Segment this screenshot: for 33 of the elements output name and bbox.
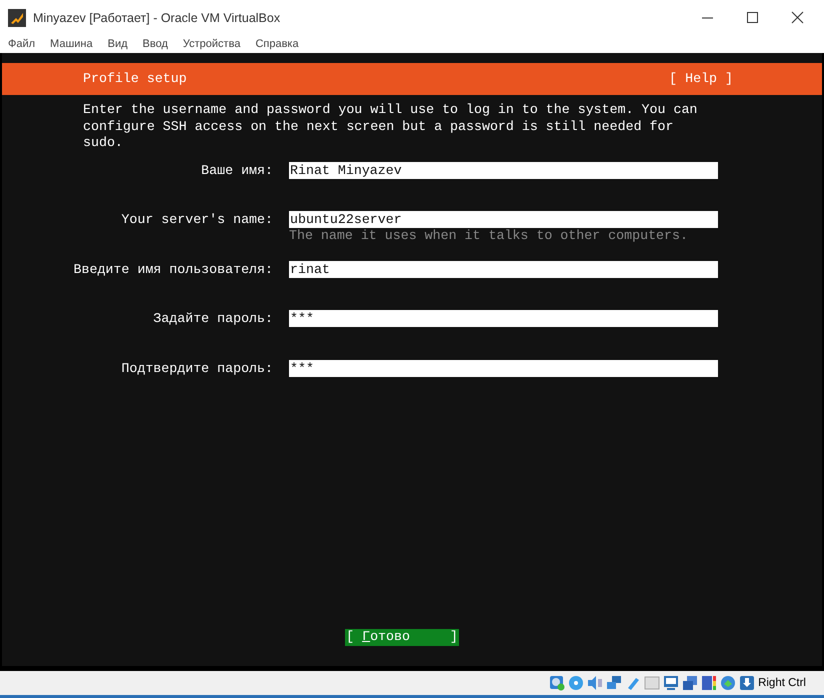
menu-item[interactable]: Машина <box>50 38 93 50</box>
done-button[interactable]: [ Готово ] <box>345 629 459 646</box>
help-link[interactable]: [ Help ] <box>669 70 733 88</box>
intro-text: Enter the username and password you will use to log in to the system. You can configure SSH access on the next screen but a password is still needed for sudo. <box>83 102 698 152</box>
windows-icon[interactable] <box>682 675 698 691</box>
network-icon[interactable] <box>606 675 622 691</box>
host-key-label: Right Ctrl <box>758 677 806 689</box>
page-title: Profile setup <box>83 70 187 88</box>
usb-icon[interactable] <box>625 675 642 691</box>
menu-item[interactable]: Вид <box>108 38 128 50</box>
field-hint: The name it uses when it talks to other computers. <box>289 228 689 244</box>
menu-item[interactable]: Ввод <box>142 38 168 50</box>
field-label: Задайте пароль: <box>152 310 274 327</box>
app-logo-icon <box>8 8 26 26</box>
field-label: Подтвердите пароль: <box>120 360 274 376</box>
cpu-meter-icon[interactable] <box>701 675 718 691</box>
input-field[interactable]: *** <box>289 310 718 327</box>
input-field[interactable]: Rinat Minyazev <box>289 162 718 178</box>
input-field[interactable]: rinat <box>289 260 718 278</box>
menu-item[interactable]: Файл <box>8 38 36 50</box>
input-field[interactable]: *** <box>289 360 718 376</box>
window-title: Minyazev [Работает] - Oracle VM VirtualBox <box>33 10 282 24</box>
display-icon[interactable] <box>663 675 680 691</box>
optical-disc-icon[interactable] <box>568 675 584 691</box>
menu-item[interactable]: Устройства <box>182 38 240 50</box>
globe-icon[interactable] <box>720 675 736 691</box>
menu-item[interactable]: Справка <box>255 38 299 50</box>
field-label: Ваше имя: <box>200 162 274 178</box>
field-label: Введите имя пользователя: <box>72 260 274 278</box>
download-icon[interactable] <box>739 675 756 691</box>
input-field[interactable]: ubuntu22server <box>289 211 718 228</box>
speaker-icon[interactable] <box>587 675 604 691</box>
field-label: Your server's name: <box>120 211 274 228</box>
